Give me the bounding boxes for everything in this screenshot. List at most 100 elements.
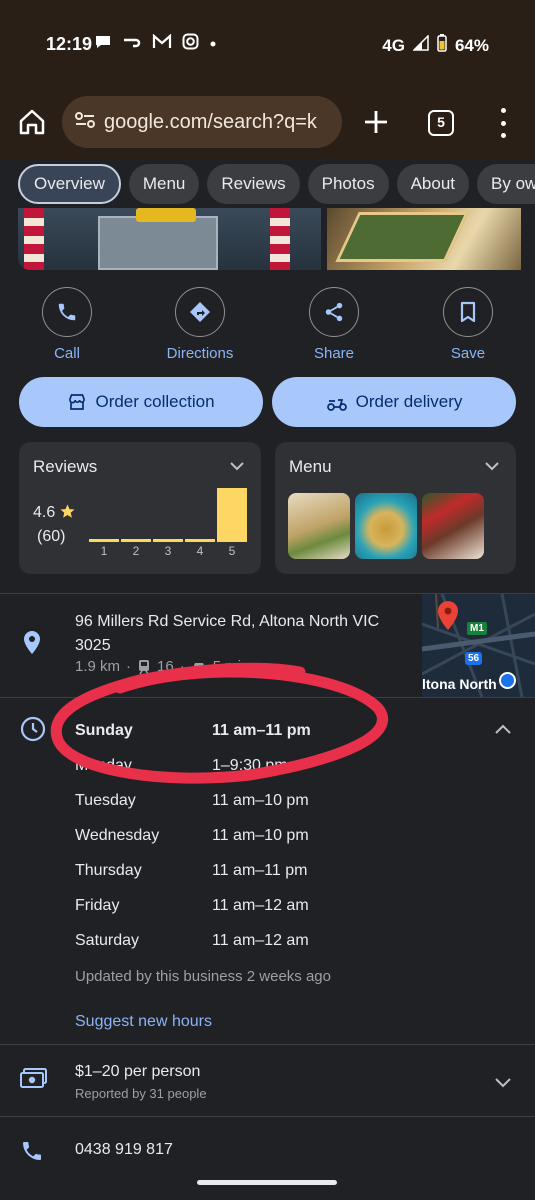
bookmark-icon <box>460 301 476 323</box>
rating-bar-2 <box>121 539 151 542</box>
rating-bar-5 <box>217 488 247 542</box>
money-icon <box>20 1067 48 1094</box>
tab-menu[interactable]: Menu <box>128 163 200 204</box>
rating-bar-label-2: 2 <box>132 544 140 558</box>
url-text[interactable]: google.com/search?q=k <box>104 111 317 134</box>
notification-icons <box>94 33 217 54</box>
phone-icon <box>20 1139 44 1168</box>
tab-switcher-button[interactable]: 5 <box>428 110 454 136</box>
site-settings-icon[interactable] <box>74 111 96 134</box>
new-tab-button[interactable] <box>360 102 392 142</box>
rating-bar-label-5: 5 <box>228 544 236 558</box>
reviews-card[interactable]: Reviews 4.6 (60) 1 2 3 4 5 <box>19 442 261 574</box>
tab-reviews[interactable]: Reviews <box>207 163 300 204</box>
share-label[interactable]: Share <box>284 345 384 362</box>
scooter-icon <box>326 399 347 411</box>
status-bar: 12:19 4G 64% <box>0 0 535 90</box>
directions-icon <box>190 302 210 322</box>
order-delivery-button[interactable]: Order delivery <box>272 377 516 427</box>
gmail-icon <box>152 33 172 53</box>
directions-label[interactable]: Directions <box>150 345 250 362</box>
place-tabs: Overview Menu Reviews Photos About By ow… <box>0 160 535 208</box>
current-location-dot <box>499 672 516 689</box>
home-icon <box>19 109 45 135</box>
browser-chrome: 12:19 4G 64% google.com/search?q=k 5 <box>0 0 535 160</box>
rating-bar-label-3: 3 <box>164 544 172 558</box>
tab-overview[interactable]: Overview <box>18 163 121 204</box>
network-label: 4G <box>382 35 405 55</box>
menu-card[interactable]: Menu <box>275 442 516 574</box>
rating-bar-label-4: 4 <box>196 544 204 558</box>
share-button[interactable]: Share <box>284 287 384 365</box>
place-panel: Overview Menu Reviews Photos About By ow… <box>0 160 535 1200</box>
dot-icon <box>209 35 217 52</box>
distance: 1.9 km <box>75 658 121 675</box>
price-range: $1–20 per person <box>75 1063 201 1080</box>
save-button[interactable]: Save <box>418 287 518 365</box>
chat-icon <box>94 34 112 54</box>
save-label[interactable]: Save <box>418 345 518 362</box>
menu-photo-hummus[interactable] <box>355 493 417 559</box>
tab-about[interactable]: About <box>396 163 470 204</box>
suggest-hours-link[interactable]: Suggest new hours <box>75 1013 212 1031</box>
phone-section[interactable]: 0438 919 817 <box>0 1116 535 1200</box>
rating-distribution <box>89 488 249 542</box>
more-options-icon[interactable] <box>494 108 512 138</box>
clock-icon <box>20 716 46 747</box>
home-button[interactable] <box>16 106 48 138</box>
link-icon <box>122 35 142 52</box>
share-icon <box>325 302 343 322</box>
hours-section: Sunday 11 am–11 pm Monday 1–9:30 pm Tues… <box>0 697 535 1045</box>
order-collection-button[interactable]: Order collection <box>19 377 263 427</box>
price-section[interactable]: $1–20 per person Reported by 31 people <box>0 1044 535 1117</box>
chevron-down-icon[interactable] <box>229 458 245 476</box>
call-label[interactable]: Call <box>17 345 117 362</box>
review-count: (60) <box>37 528 66 545</box>
rating-bar-1 <box>89 539 119 542</box>
url-bar-row: google.com/search?q=k 5 <box>0 96 535 148</box>
transit-time: 16 <box>157 658 174 675</box>
menu-card-title: Menu <box>289 457 332 476</box>
photo-strip[interactable] <box>18 208 521 270</box>
reviews-card-title: Reviews <box>33 457 98 476</box>
home-indicator[interactable] <box>197 1180 337 1185</box>
store-icon <box>69 394 86 410</box>
order-delivery-label[interactable]: Order delivery <box>356 392 463 412</box>
car-icon <box>192 662 205 672</box>
instagram-icon <box>182 33 199 54</box>
route-badge: 56 <box>465 652 483 665</box>
chevron-down-icon[interactable] <box>484 458 500 476</box>
battery-level: 64% <box>454 35 489 55</box>
battery-icon <box>437 34 447 57</box>
phone-icon <box>58 303 76 321</box>
action-buttons: Call Directions Share Save <box>0 287 535 365</box>
train-icon <box>139 659 150 674</box>
menu-photo-kebab[interactable] <box>422 493 484 559</box>
chevron-up-icon[interactable] <box>494 722 512 740</box>
plus-icon <box>365 111 387 133</box>
address-text[interactable]: 96 Millers Rd Service Rd, Altona North V… <box>75 610 405 658</box>
address-bar[interactable]: google.com/search?q=k <box>62 96 342 148</box>
chevron-down-icon[interactable] <box>494 1075 512 1093</box>
menu-photo-pastry[interactable] <box>288 493 350 559</box>
map-area-label: ltona North <box>422 676 497 692</box>
travel-info: 1.9 km · 16 · 5 mins <box>75 658 257 675</box>
map-thumbnail[interactable]: M1 56 ltona North <box>422 594 535 697</box>
tab-photos[interactable]: Photos <box>307 163 389 204</box>
status-right: 4G 64% <box>382 34 489 57</box>
address-section[interactable]: 96 Millers Rd Service Rd, Altona North V… <box>0 593 535 697</box>
food-photo[interactable] <box>327 208 521 270</box>
hours-updated-note: Updated by this business 2 weeks ago <box>75 968 331 985</box>
phone-number[interactable]: 0438 919 817 <box>75 1141 173 1159</box>
directions-button[interactable]: Directions <box>150 287 250 365</box>
location-pin-icon <box>20 630 44 663</box>
star-icon <box>60 504 75 518</box>
rating-bar-4 <box>185 539 215 542</box>
motorway-badge: M1 <box>467 622 487 635</box>
tab-by-owner[interactable]: By own <box>477 163 535 204</box>
storefront-photo[interactable] <box>18 208 321 270</box>
call-button[interactable]: Call <box>17 287 117 365</box>
signal-icon <box>412 34 429 56</box>
rating-bar-label-1: 1 <box>100 544 108 558</box>
order-collection-label[interactable]: Order collection <box>95 392 214 412</box>
